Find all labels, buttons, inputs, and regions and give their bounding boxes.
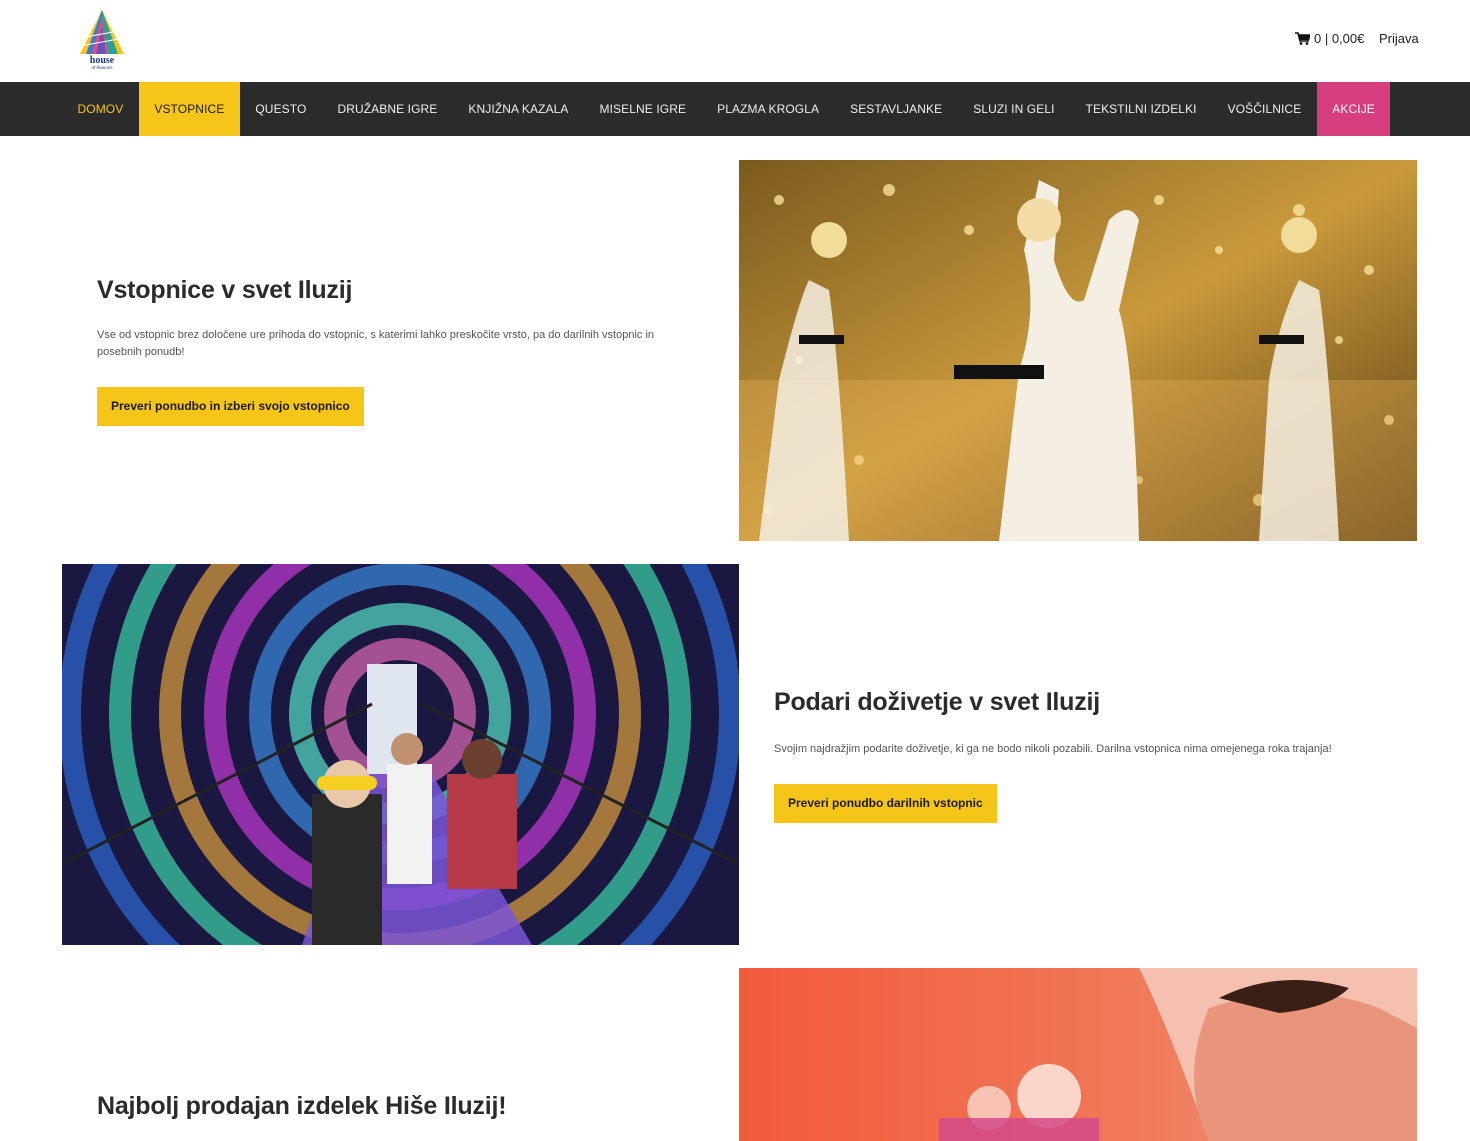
plasma-ball-photo	[739, 968, 1417, 1141]
bestseller-section: Najbolj prodajan izdelek Hiše Iluzij!	[97, 1092, 697, 1121]
mirror-room-photo	[739, 160, 1417, 541]
nav-item-voscilnice[interactable]: VOŠČILNICE	[1212, 82, 1317, 136]
section-title: Podari doživetje v svet Iluzij	[774, 688, 1101, 716]
nav-item-questo[interactable]: QUESTO	[240, 82, 322, 136]
nav-item-akcije[interactable]: AKCIJE	[1316, 82, 1391, 136]
section-text: Svojim najdražjim podarite doživetje, ki…	[774, 743, 1332, 755]
nav-item-sestavljanke[interactable]: SESTAVLJANKE	[835, 82, 958, 136]
site-header: house of illusions 0 | 0,00€ Prijava	[0, 0, 1470, 82]
section-title: Vstopnice v svet Iluzij	[97, 276, 353, 304]
nav-item-vstopnice[interactable]: VSTOPNICE	[138, 82, 240, 136]
gift-section: Podari doživetje v svet Iluzij Svojim na…	[774, 688, 1394, 823]
nav-item-druzabne-igre[interactable]: DRUŽABNE IGRE	[322, 82, 453, 136]
nav-item-sluzi-in-geli[interactable]: SLUZI IN GELI	[958, 82, 1070, 136]
section-text: Vse od vstopnic brez določene ure prihod…	[97, 329, 655, 358]
section-title: Najbolj prodajan izdelek Hiše Iluzij!	[97, 1092, 507, 1120]
nav-item-knjizna-kazala[interactable]: KNJIŽNA KAZALA	[453, 82, 584, 136]
tickets-section: Vstopnice v svet Iluzij Vse od vstopnic …	[97, 276, 697, 426]
nav-item-miselne-igre[interactable]: MISELNE IGRE	[584, 82, 702, 136]
house-of-illusions-logo[interactable]: house of illusions	[78, 8, 126, 70]
vortex-tunnel-photo	[62, 564, 739, 945]
choose-ticket-button[interactable]: Preveri ponudbo in izberi svojo vstopnic…	[97, 387, 364, 426]
nav-item-domov[interactable]: DOMOV	[62, 82, 139, 136]
nav-item-plazma-krogla[interactable]: PLAZMA KROGLA	[702, 82, 835, 136]
cart-link[interactable]: 0 | 0,00€	[1295, 31, 1364, 46]
gift-tickets-button[interactable]: Preveri ponudbo darilnih vstopnic	[774, 784, 997, 823]
nav-item-tekstilni-izdelki[interactable]: TEKSTILNI IZDELKI	[1070, 82, 1212, 136]
login-link[interactable]: Prijava	[1379, 31, 1419, 46]
main-nav: DOMOV VSTOPNICE QUESTO DRUŽABNE IGRE KNJ…	[0, 82, 1470, 136]
cart-summary: 0 | 0,00€	[1314, 31, 1365, 46]
cart-icon	[1295, 32, 1310, 45]
svg-text:of illusions: of illusions	[91, 65, 113, 70]
